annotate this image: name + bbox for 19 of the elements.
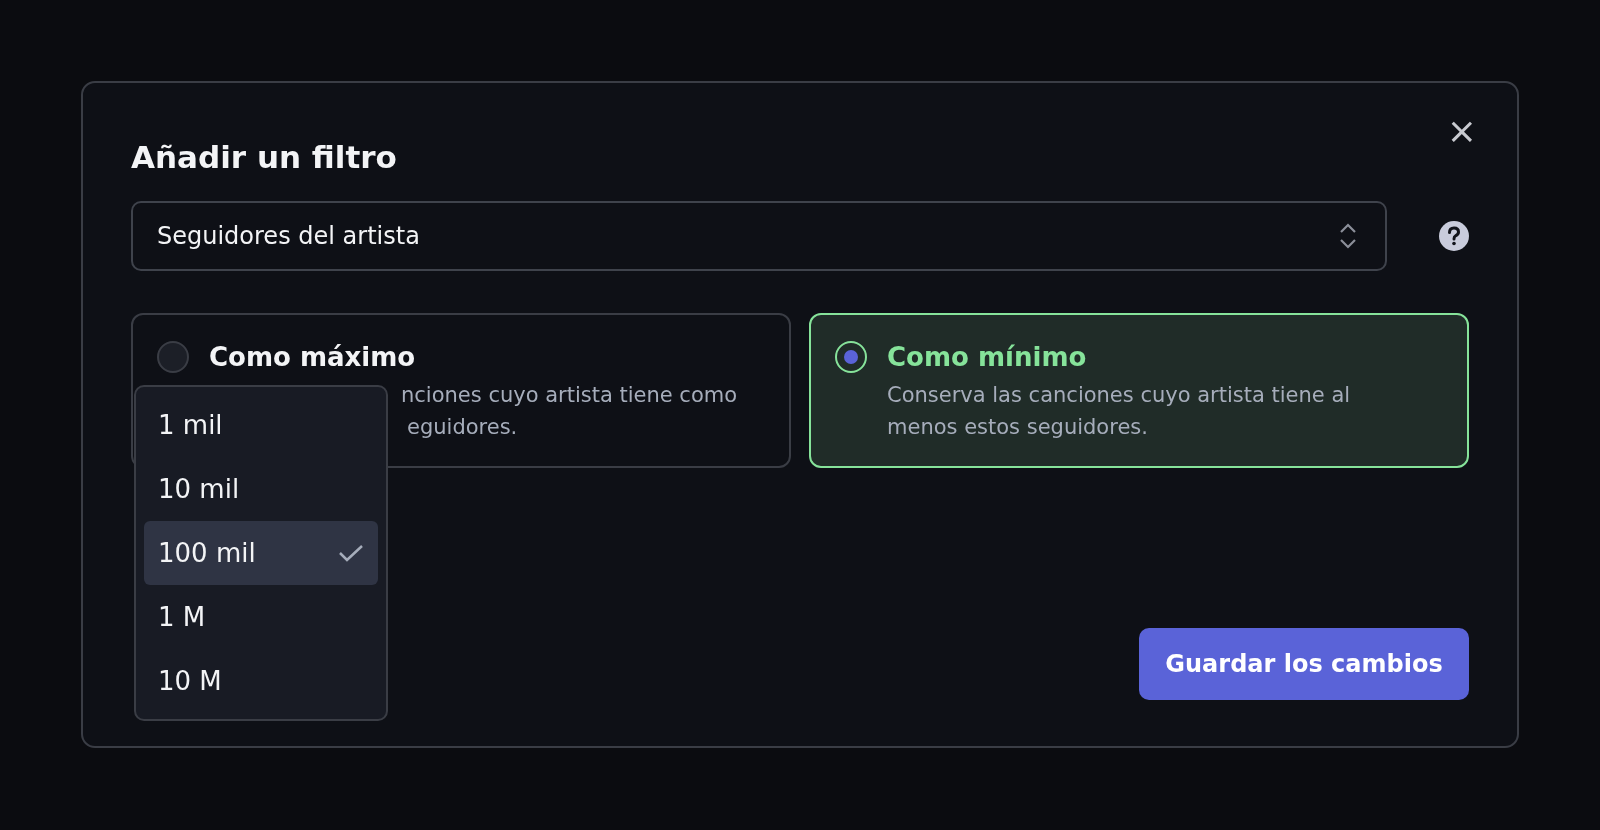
menu-item[interactable]: 10 M	[144, 649, 378, 713]
option-card[interactable]: Como mínimo Conserva las canciones cuyo artista tiene al menos estos seguidores.	[809, 313, 1469, 468]
option-description: Conserva las canciones cuyo artista tiene al	[887, 382, 1351, 409]
option-title: Como mínimo	[887, 341, 1088, 373]
menu-item[interactable]: 1 M	[144, 585, 378, 649]
option-description: nciones cuyo artista tiene como	[400, 382, 738, 409]
close-button[interactable]: ×	[1442, 113, 1481, 149]
help-icon[interactable]	[1439, 221, 1469, 251]
field-select[interactable]: Seguidores del artista	[131, 201, 1387, 271]
option-description: menos estos seguidores.	[887, 414, 1149, 441]
radio-button[interactable]	[157, 341, 189, 373]
menu-item[interactable]: 100 mil	[144, 521, 378, 585]
dialog-title: Añadir un filtro	[131, 139, 397, 177]
menu-item[interactable]: 1 mil	[144, 393, 378, 457]
option-title: Como máximo	[209, 341, 417, 373]
check-icon	[338, 543, 364, 563]
save-button[interactable]: Guardar los cambios	[1139, 628, 1469, 700]
chevron-updown-icon	[1339, 222, 1357, 250]
select-value: Seguidores del artista	[157, 222, 420, 250]
